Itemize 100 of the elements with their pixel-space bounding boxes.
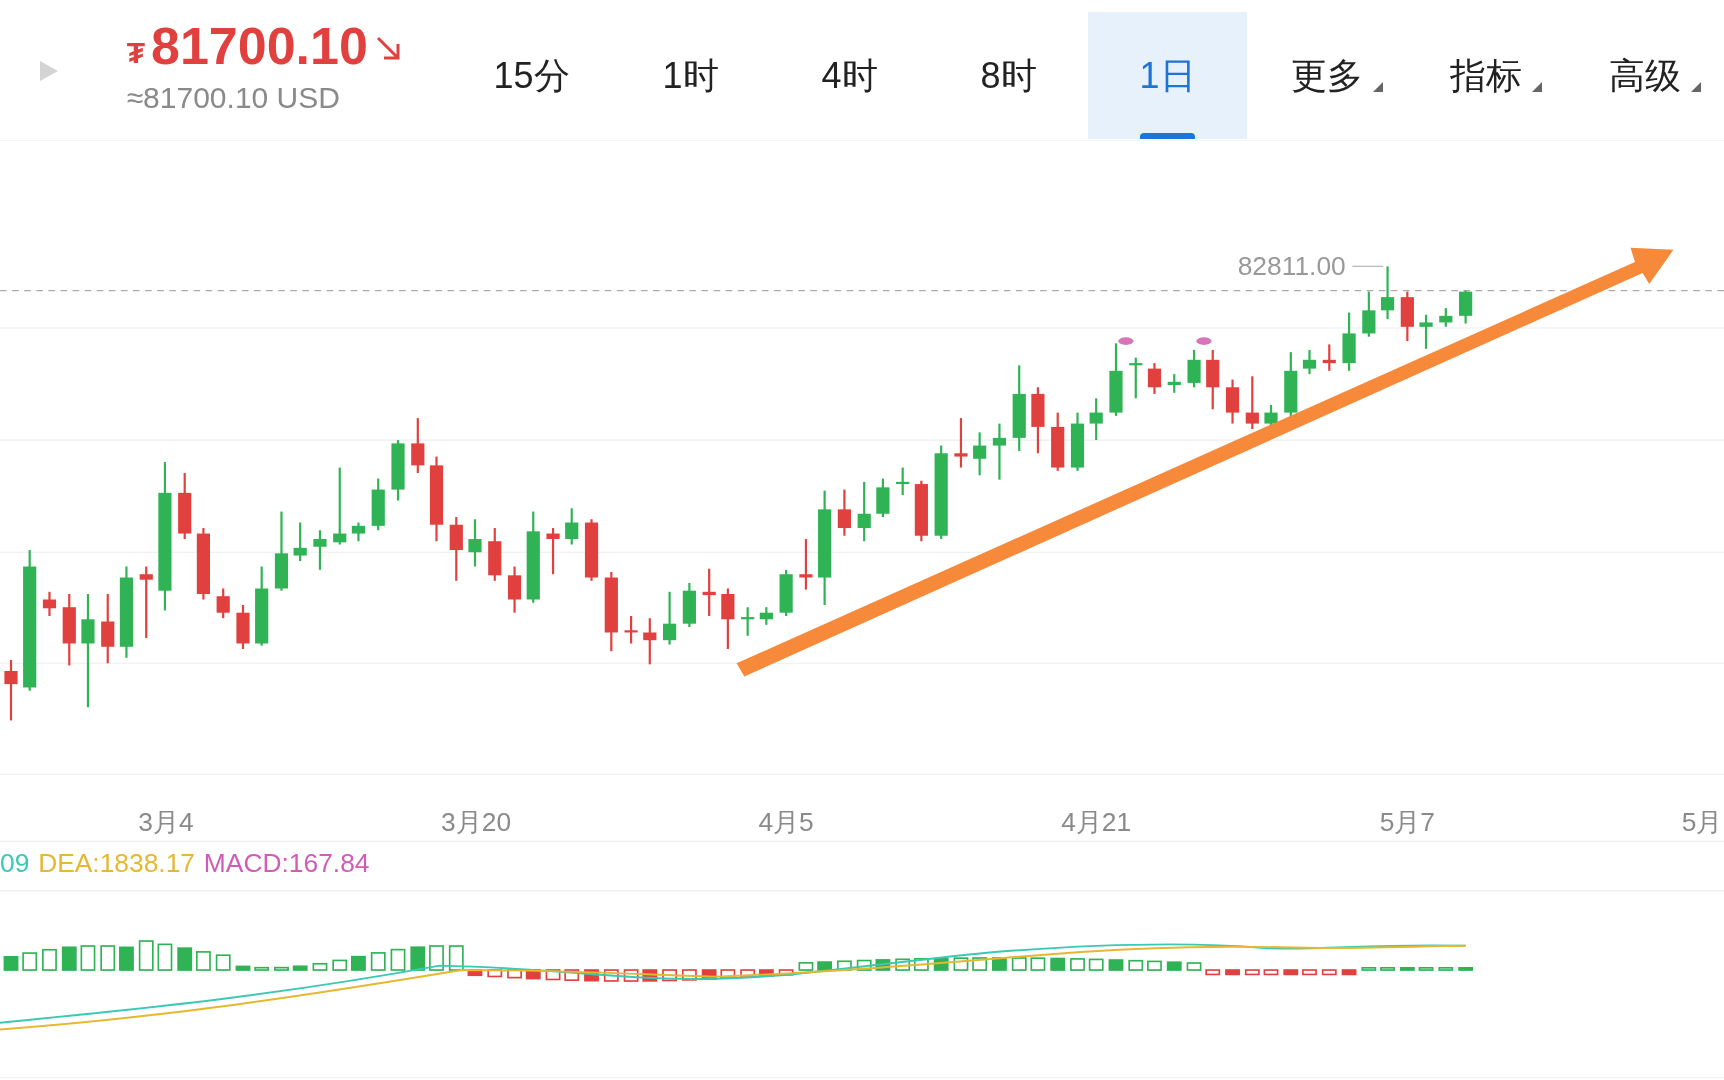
candlestick (954, 418, 968, 468)
candlestick (1245, 376, 1259, 430)
currency-symbol: ₮ (126, 35, 145, 71)
macd-bar (1011, 957, 1027, 971)
macd-bar (778, 969, 794, 976)
macd-bar (837, 960, 852, 971)
macd-bar (1108, 959, 1124, 971)
macd-bar (1166, 961, 1182, 971)
candlestick (643, 618, 657, 665)
candlestick (759, 607, 773, 625)
timeframe-tab[interactable]: 更多 (1247, 12, 1406, 139)
candlestick (1459, 290, 1473, 324)
candlestick (196, 528, 210, 600)
event-marker (1118, 337, 1134, 345)
macd-bar (410, 946, 426, 971)
macd-bar (61, 946, 77, 971)
candlestick (1380, 266, 1395, 320)
macd-bar (1302, 969, 1317, 976)
candlestick (1439, 308, 1453, 327)
candlestick (1419, 314, 1433, 349)
candlestick (779, 569, 793, 616)
macd-bar (1186, 962, 1202, 971)
candlestick (624, 616, 638, 644)
candlestick (1400, 291, 1414, 342)
macd-bar (642, 969, 658, 982)
timeframe-tab[interactable]: 指标 (1406, 12, 1565, 139)
macd-bar (662, 969, 677, 982)
date-axis-label: 5月 (1681, 807, 1723, 838)
candlestick (1129, 357, 1143, 399)
macd-bar (1225, 969, 1240, 976)
candlestick (42, 591, 57, 616)
candlestick (663, 591, 677, 645)
macd-bar (1361, 967, 1377, 971)
timeframe-tab[interactable]: 15分 (452, 12, 611, 139)
macd-bar (720, 969, 736, 980)
macd-bar (856, 959, 872, 971)
macd-bar (603, 969, 619, 982)
candlestick (1342, 312, 1356, 371)
candlestick (488, 528, 502, 581)
date-axis-label: 3月20 (441, 807, 512, 838)
macd-bar (1399, 967, 1415, 971)
macd-bar (1418, 967, 1434, 971)
macd-bar (274, 966, 289, 971)
macd-bar (1128, 959, 1144, 971)
candlestick (546, 528, 560, 575)
macd-bar (1458, 967, 1474, 971)
timeframe-tab[interactable]: 8时 (929, 12, 1088, 139)
candlestick (857, 481, 871, 542)
candlestick (896, 467, 910, 496)
macd-bar (1244, 969, 1260, 976)
timeframe-tab[interactable]: 高级 (1565, 12, 1724, 139)
macd-bar (1283, 969, 1299, 976)
timeframe-tab[interactable]: 1时 (611, 12, 770, 139)
timeframe-tab[interactable]: 4时 (770, 12, 929, 139)
macd-bar (22, 952, 38, 971)
macd-bar (235, 965, 251, 971)
macd-bar (467, 969, 483, 977)
macd-bar (1030, 957, 1046, 971)
candlestick (178, 473, 192, 540)
macd-legend-value: DEA:1838.17 (38, 848, 196, 879)
macd-bar (798, 962, 814, 971)
candlestick (1284, 352, 1298, 419)
macd-bar (448, 945, 464, 971)
candlestick (1089, 398, 1103, 441)
candlestick (702, 568, 716, 616)
converted-price: ≈81700.10 USD (126, 80, 340, 116)
candlestick (507, 566, 522, 613)
candlestick (1187, 349, 1201, 388)
macd-bar (681, 969, 697, 981)
macd-legend-value: MACD:167.84 (203, 848, 370, 879)
timeframe-tab[interactable]: 1日 (1088, 12, 1247, 139)
date-axis-label: 4月21 (1061, 807, 1132, 838)
macd-bar (1147, 960, 1162, 971)
macd-bar (507, 969, 522, 979)
macd-bar (254, 966, 270, 971)
candlestick (1031, 387, 1045, 454)
macd-bar (584, 969, 599, 982)
macd-bar (1341, 969, 1357, 976)
candlestick (1362, 291, 1376, 337)
candlestick (1206, 349, 1220, 410)
candlestick (837, 489, 851, 536)
macd-bar (138, 940, 154, 971)
macd-bar (1438, 967, 1454, 971)
macd-bar (817, 961, 833, 971)
macd-bar (1263, 969, 1279, 976)
candlestick (62, 594, 76, 666)
macd-bar (196, 951, 211, 971)
macd-bar (1380, 967, 1395, 971)
macd-bar (429, 945, 444, 971)
candlestick (449, 517, 463, 581)
macd-bar (740, 969, 756, 978)
play-icon[interactable] (38, 58, 60, 83)
candlestick (313, 530, 327, 570)
macd-bar (292, 965, 308, 971)
date-axis-label: 4月5 (758, 807, 814, 838)
candlestick (1322, 344, 1336, 371)
macd-bar (564, 969, 580, 981)
candlestick (799, 539, 813, 590)
candlestick (236, 605, 250, 649)
macd-bar (119, 946, 134, 971)
